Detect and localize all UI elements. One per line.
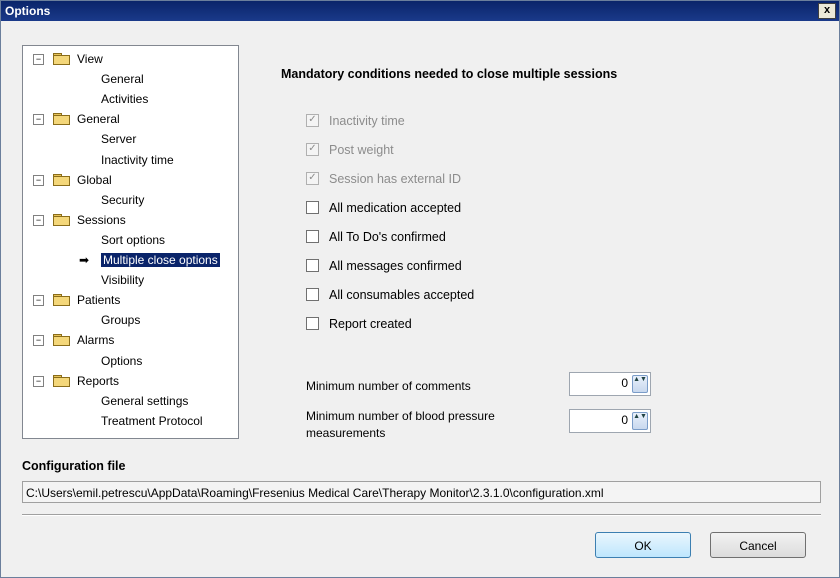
- checkbox-all-messages-confirmed[interactable]: All messages confirmed: [306, 258, 462, 274]
- checkbox-report-created[interactable]: Report created: [306, 316, 412, 332]
- checkbox-inactivity-time: ✓ Inactivity time: [306, 113, 405, 129]
- tree-group-global[interactable]: Global: [77, 171, 112, 189]
- checkbox-label: All consumables accepted: [329, 288, 475, 302]
- checkbox-label: All messages confirmed: [329, 259, 462, 273]
- collapse-icon[interactable]: −: [33, 214, 44, 226]
- checkbox-session-has-external-id: ✓ Session has external ID: [306, 171, 461, 187]
- collapse-icon[interactable]: −: [33, 114, 44, 126]
- checkbox-all-consumables-accepted[interactable]: All consumables accepted: [306, 287, 474, 303]
- folder-icon: [53, 213, 70, 226]
- title-bar: Options x: [1, 1, 839, 21]
- min-comments-value: 0: [621, 376, 628, 390]
- panel-heading: Mandatory conditions needed to close mul…: [281, 67, 618, 81]
- checkbox-box[interactable]: [306, 288, 319, 302]
- tree-group-general[interactable]: General: [77, 110, 120, 128]
- tree-group-patients[interactable]: Patients: [77, 291, 120, 309]
- checkbox-box[interactable]: [306, 317, 319, 331]
- checkbox-label: Report created: [329, 317, 412, 331]
- folder-icon: [53, 334, 70, 347]
- tree-item-label: General: [101, 72, 144, 87]
- tree-item-label: Groups: [101, 313, 141, 328]
- selected-arrow-icon: ➡: [79, 253, 90, 267]
- checkbox-label: Session has external ID: [329, 172, 462, 186]
- tree-item-label: Security: [101, 192, 145, 207]
- folder-icon: [53, 294, 70, 307]
- spin-updown-icon[interactable]: ▲▼: [632, 412, 648, 430]
- tree-group-reports[interactable]: Reports: [77, 372, 119, 390]
- checkbox-label: All medication accepted: [329, 201, 462, 215]
- checkbox-box[interactable]: [306, 201, 319, 215]
- tree-item-label: Visibility: [101, 273, 145, 288]
- tree-group-sessions[interactable]: Sessions: [77, 211, 126, 229]
- min-bp-value: 0: [621, 413, 628, 427]
- folder-icon: [53, 173, 70, 186]
- tree-group-alarms[interactable]: Alarms: [77, 331, 114, 349]
- collapse-icon[interactable]: −: [33, 295, 44, 307]
- folder-icon: [53, 53, 70, 65]
- tree-item-activities[interactable]: Activities: [101, 90, 148, 108]
- checkbox-all-to-do-s-confirmed[interactable]: All To Do's confirmed: [306, 229, 446, 245]
- folder-icon: [53, 113, 70, 126]
- tree-item-label: Inactivity time: [101, 152, 174, 167]
- checkbox-box[interactable]: [306, 259, 319, 273]
- checkbox-label: Inactivity time: [329, 114, 405, 128]
- collapse-icon[interactable]: −: [33, 54, 44, 65]
- tree-item-label: Treatment Protocol: [101, 413, 203, 428]
- tree-item-label: General settings: [101, 393, 189, 408]
- tree-item-label: Sort options: [101, 232, 166, 247]
- checkbox-post-weight: ✓ Post weight: [306, 142, 394, 158]
- min-bp-spinner[interactable]: 0 ▲▼: [569, 409, 651, 433]
- folder-icon: [53, 374, 70, 387]
- tree-item-visibility[interactable]: Visibility: [101, 271, 144, 289]
- tree-item-label: Multiple close options: [101, 253, 220, 267]
- options-dialog: Options x − View General Activities − General…: [0, 0, 840, 578]
- tree-item-security[interactable]: Security: [101, 191, 144, 209]
- tree-item-groups[interactable]: Groups: [101, 311, 140, 329]
- cancel-button[interactable]: Cancel: [710, 532, 806, 558]
- tree-item-general-settings[interactable]: General settings: [101, 392, 188, 410]
- checkbox-all-medication-accepted[interactable]: All medication accepted: [306, 200, 461, 216]
- tree-item-label: Server: [101, 132, 137, 147]
- options-tree[interactable]: − View General Activities − General Server Inac…: [22, 45, 239, 439]
- window-title: Options: [5, 4, 51, 18]
- tree-item-options[interactable]: Options: [101, 352, 142, 370]
- tree-group-view[interactable]: View: [77, 50, 103, 68]
- checkmark-icon: ✓: [306, 172, 319, 186]
- config-file-path[interactable]: C:\Users\emil.petrescu\AppData\Roaming\F…: [22, 481, 821, 503]
- checkbox-label: Post weight: [329, 143, 394, 157]
- ok-button[interactable]: OK: [595, 532, 691, 558]
- spin-updown-icon[interactable]: ▲▼: [632, 375, 648, 393]
- checkmark-icon: ✓: [306, 114, 319, 128]
- tree-item-label: Options: [101, 353, 143, 368]
- min-bp-label-line1: Minimum number of blood pressure: [306, 409, 495, 423]
- divider: [22, 514, 821, 516]
- tree-item-server[interactable]: Server: [101, 130, 136, 148]
- tree-item-general[interactable]: General: [101, 70, 144, 88]
- close-button[interactable]: x: [818, 3, 836, 19]
- tree-item-sort-options[interactable]: Sort options: [101, 231, 165, 249]
- min-comments-label: Minimum number of comments: [306, 379, 471, 393]
- tree-item-treatment-protocol[interactable]: Treatment Protocol: [101, 412, 203, 430]
- close-icon: x: [823, 4, 831, 16]
- config-file-title: Configuration file: [22, 459, 126, 473]
- checkmark-icon: ✓: [306, 143, 319, 157]
- collapse-icon[interactable]: −: [33, 375, 44, 387]
- tree-item-multiple-close-options[interactable]: ➡ Multiple close options: [79, 251, 220, 269]
- checkbox-label: All To Do's confirmed: [329, 230, 446, 244]
- checkbox-box[interactable]: [306, 230, 319, 244]
- tree-item-inactivity-time[interactable]: Inactivity time: [101, 151, 174, 169]
- tree-item-label: Activities: [101, 92, 149, 107]
- collapse-icon[interactable]: −: [33, 335, 44, 347]
- min-comments-spinner[interactable]: 0 ▲▼: [569, 372, 651, 396]
- collapse-icon[interactable]: −: [33, 174, 44, 186]
- min-bp-label-line2: measurements: [306, 426, 386, 440]
